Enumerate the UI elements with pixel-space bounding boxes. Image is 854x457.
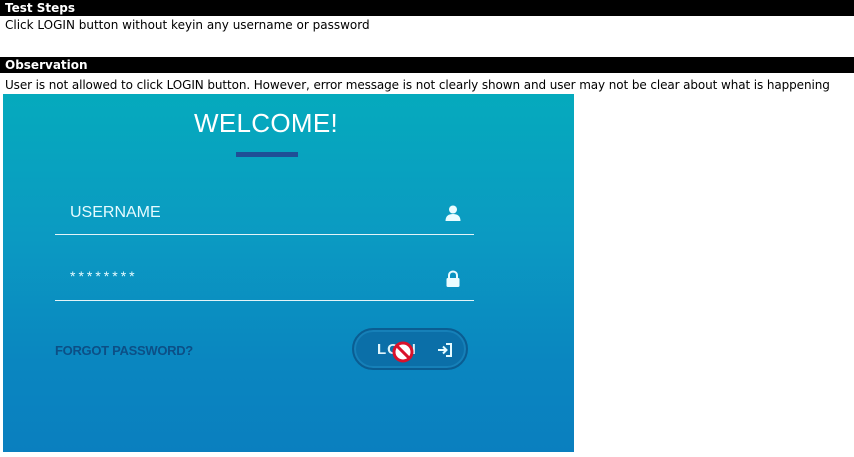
password-field[interactable]: ******** xyxy=(55,260,474,301)
password-value: ******** xyxy=(70,268,138,284)
test-steps-header: Test Steps xyxy=(0,0,854,16)
forgot-password-link[interactable]: FORGOT PASSWORD? xyxy=(55,343,193,358)
observation-header: Observation xyxy=(0,57,854,73)
username-field[interactable]: USERNAME xyxy=(55,194,474,235)
not-allowed-cursor-icon xyxy=(392,341,414,363)
welcome-title: WELCOME! xyxy=(194,108,338,138)
title-underline xyxy=(236,152,298,157)
username-placeholder: USERNAME xyxy=(70,204,161,221)
user-icon xyxy=(444,204,462,222)
login-screenshot: WELCOME! USERNAME ******** FORGOT PASSWO… xyxy=(3,94,574,452)
lock-icon xyxy=(444,270,462,288)
observation-text: User is not allowed to click LOGIN butto… xyxy=(5,78,830,92)
test-steps-text: Click LOGIN button without keyin any use… xyxy=(5,18,370,32)
sign-in-icon xyxy=(437,342,453,358)
